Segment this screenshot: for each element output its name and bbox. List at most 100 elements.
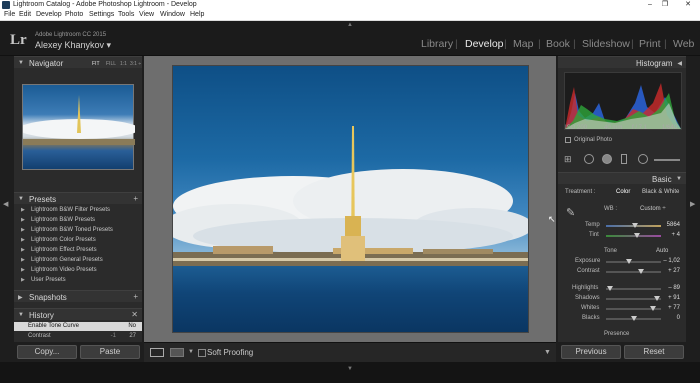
module-map[interactable]: Map: [513, 38, 533, 50]
slider-knob[interactable]: [630, 316, 637, 321]
highlights-value[interactable]: – 89: [658, 285, 680, 291]
spot-removal-icon[interactable]: [584, 154, 594, 164]
left-panel-toggle-icon[interactable]: ◀: [3, 200, 8, 208]
module-library[interactable]: Library: [421, 38, 453, 50]
preset-folder[interactable]: ▶ Lightroom B&W Filter Presets: [18, 206, 138, 216]
collapse-triangle-icon[interactable]: ▼: [18, 60, 24, 66]
collapse-triangle-icon[interactable]: ▼: [18, 312, 24, 318]
menu-settings[interactable]: Settings: [89, 11, 114, 18]
filmstrip-toggle-icon[interactable]: ▼: [347, 366, 353, 372]
graduated-filter-icon[interactable]: [621, 154, 627, 164]
contrast-value[interactable]: + 27: [658, 268, 680, 274]
history-row[interactable]: Contrast -1 27: [14, 332, 142, 341]
histogram-header[interactable]: Histogram ◀: [558, 56, 686, 68]
zoom-fill[interactable]: FILL: [106, 61, 116, 67]
paste-settings-button[interactable]: Paste: [80, 345, 140, 359]
slider-knob[interactable]: [626, 259, 633, 264]
slider-knob[interactable]: [632, 223, 638, 228]
navigator-thumbnail[interactable]: [19, 84, 139, 170]
expand-triangle-icon[interactable]: ▶: [21, 277, 25, 283]
add-preset-icon[interactable]: +: [133, 194, 138, 203]
whites-value[interactable]: + 77: [658, 305, 680, 311]
whites-slider[interactable]: [606, 306, 661, 311]
crop-tool-icon[interactable]: ⊞: [564, 154, 572, 165]
soft-proofing-checkbox[interactable]: [198, 349, 206, 357]
tint-slider[interactable]: [606, 233, 661, 238]
history-header[interactable]: ▼ History ✕: [14, 308, 142, 320]
module-web[interactable]: Web: [673, 38, 694, 50]
slider-knob[interactable]: [607, 286, 614, 291]
red-eye-icon[interactable]: [602, 154, 612, 164]
top-panel-toggle-icon[interactable]: ▲: [347, 22, 353, 28]
collapse-triangle-icon[interactable]: ▼: [18, 196, 24, 202]
expand-triangle-icon[interactable]: ▶: [21, 237, 25, 243]
preset-folder[interactable]: ▶ Lightroom Color Presets: [18, 236, 138, 246]
menu-help[interactable]: Help: [190, 11, 204, 18]
add-snapshot-icon[interactable]: +: [133, 292, 138, 301]
zoom-1-1[interactable]: 1:1: [120, 61, 127, 67]
zoom-fit[interactable]: FIT: [92, 61, 100, 67]
blacks-value[interactable]: 0: [658, 315, 680, 321]
reset-button[interactable]: Reset: [624, 345, 684, 359]
treatment-bw-option[interactable]: Black & White: [642, 189, 679, 195]
contrast-slider[interactable]: [606, 269, 661, 274]
menu-photo[interactable]: Photo: [65, 11, 83, 18]
copy-settings-button[interactable]: Copy...: [17, 345, 77, 359]
module-slideshow[interactable]: Slideshow: [582, 38, 630, 50]
radial-filter-icon[interactable]: [638, 154, 648, 164]
menu-window[interactable]: Window: [160, 11, 185, 18]
expand-triangle-icon[interactable]: ▶: [18, 294, 23, 301]
user-name[interactable]: Alexey Khanykov ▾: [35, 40, 111, 51]
expand-triangle-icon[interactable]: ▶: [21, 217, 25, 223]
history-row[interactable]: Enable Tone Curve No: [14, 322, 142, 331]
highlights-slider[interactable]: [606, 286, 661, 291]
snapshots-header[interactable]: ▶ Snapshots +: [14, 290, 142, 302]
slider-knob[interactable]: [637, 269, 644, 274]
white-balance-picker-icon[interactable]: ✎: [566, 206, 575, 219]
expand-triangle-icon[interactable]: ▶: [21, 207, 25, 213]
histogram-graph[interactable]: [564, 72, 682, 130]
treatment-color-option[interactable]: Color: [616, 189, 630, 195]
wb-preset-select[interactable]: Custom ÷: [640, 206, 666, 212]
expand-triangle-icon[interactable]: ▶: [21, 267, 25, 273]
module-book[interactable]: Book: [546, 38, 570, 50]
collapse-triangle-icon[interactable]: ◀: [677, 60, 682, 67]
shadows-value[interactable]: + 91: [658, 295, 680, 301]
preset-folder[interactable]: ▶ Lightroom B&W Presets: [18, 216, 138, 226]
before-after-view-icon[interactable]: [170, 348, 184, 357]
menu-tools[interactable]: Tools: [118, 11, 134, 18]
preset-folder[interactable]: ▶ Lightroom Video Presets: [18, 266, 138, 276]
preset-folder[interactable]: ▶ Lightroom B&W Toned Presets: [18, 226, 138, 236]
presets-header[interactable]: ▼ Presets +: [14, 192, 142, 204]
menu-edit[interactable]: Edit: [19, 11, 31, 18]
previous-button[interactable]: Previous: [561, 345, 621, 359]
exposure-value[interactable]: – 1,02: [658, 258, 680, 264]
maximize-button[interactable]: ❐: [655, 0, 675, 10]
image-canvas[interactable]: [144, 56, 556, 342]
module-develop[interactable]: Develop: [465, 38, 504, 50]
toolbar-menu-triangle-icon[interactable]: ▼: [544, 349, 551, 356]
slider-knob[interactable]: [650, 306, 657, 311]
preset-folder[interactable]: ▶ Lightroom General Presets: [18, 256, 138, 266]
menu-view[interactable]: View: [139, 11, 154, 18]
develop-photo[interactable]: [172, 65, 529, 333]
navigator-header[interactable]: ▼ Navigator FIT FILL 1:1 3:1 ÷: [14, 56, 142, 68]
chevron-down-icon[interactable]: ▼: [188, 349, 194, 355]
zoom-3-1[interactable]: 3:1 ÷: [130, 61, 141, 67]
adjustment-brush-icon[interactable]: [654, 159, 680, 161]
exposure-slider[interactable]: [606, 259, 661, 264]
menu-file[interactable]: File: [4, 11, 15, 18]
temp-slider[interactable]: [606, 223, 661, 228]
close-button[interactable]: ✕: [678, 0, 698, 10]
temp-value[interactable]: 5864: [662, 222, 680, 228]
clear-history-icon[interactable]: ✕: [131, 310, 138, 319]
original-photo-checkbox[interactable]: [565, 137, 571, 143]
expand-triangle-icon[interactable]: ▶: [21, 247, 25, 253]
collapse-triangle-icon[interactable]: ▼: [676, 176, 682, 182]
module-print[interactable]: Print: [639, 38, 661, 50]
auto-tone-button[interactable]: Auto: [656, 248, 668, 254]
expand-triangle-icon[interactable]: ▶: [21, 227, 25, 233]
shadows-slider[interactable]: [606, 296, 661, 301]
menu-develop[interactable]: Develop: [36, 11, 62, 18]
expand-triangle-icon[interactable]: ▶: [21, 257, 25, 263]
